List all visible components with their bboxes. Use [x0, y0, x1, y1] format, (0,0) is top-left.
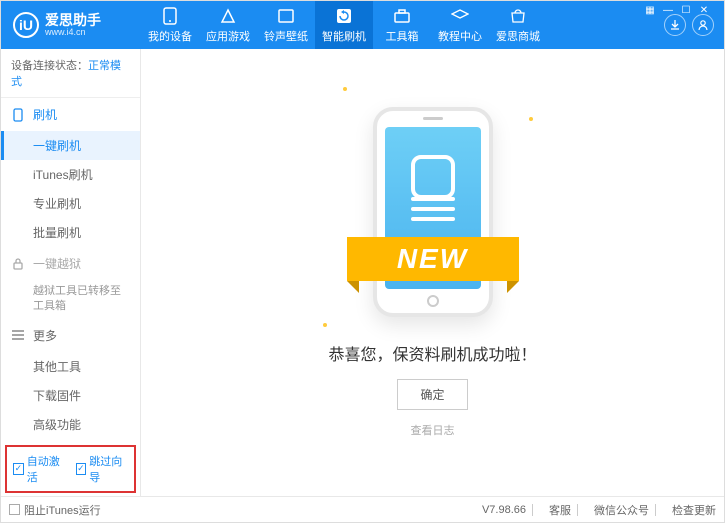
sidebar-item-download-firmware[interactable]: 下载固件	[1, 381, 140, 410]
maximize-button[interactable]: ☐	[679, 3, 693, 17]
top-nav: 我的设备 应用游戏 铃声壁纸 智能刷机 工具箱 教程中心	[141, 1, 654, 49]
nav-label: 我的设备	[148, 28, 192, 44]
nav-apps[interactable]: 应用游戏	[199, 1, 257, 49]
version-label: V7.98.66	[482, 504, 526, 516]
update-link[interactable]: 检查更新	[672, 502, 716, 518]
ribbon-text: NEW	[347, 237, 519, 281]
sidebar-item-batch[interactable]: 批量刷机	[1, 218, 140, 247]
service-link[interactable]: 客服	[549, 502, 571, 518]
success-message: 恭喜您，保资料刷机成功啦！	[328, 341, 536, 365]
chk-label: 阻止iTunes运行	[24, 502, 101, 518]
store-icon	[509, 7, 527, 25]
chk-label: 自动激活	[27, 453, 66, 485]
menu-button[interactable]: ▦	[643, 3, 657, 17]
nav-label: 应用游戏	[206, 28, 250, 44]
close-button[interactable]: ✕	[697, 3, 711, 17]
nav-label: 爱思商城	[496, 28, 540, 44]
nav-flash[interactable]: 智能刷机	[315, 1, 373, 49]
download-button[interactable]	[664, 14, 686, 36]
skip-guide-checkbox[interactable]: ✓跳过向导	[76, 453, 129, 485]
nav-toolbox[interactable]: 工具箱	[373, 1, 431, 49]
title-icons	[654, 14, 724, 36]
footer: 阻止iTunes运行 V7.98.66 客服 微信公众号 检查更新	[1, 496, 724, 522]
section-jailbreak[interactable]: 一键越狱	[1, 247, 140, 280]
conn-label: 设备连接状态：	[11, 60, 88, 72]
nav-tutorials[interactable]: 教程中心	[431, 1, 489, 49]
jailbreak-note: 越狱工具已转移至 工具箱	[1, 280, 140, 319]
option-checks: ✓自动激活 ✓跳过向导	[5, 445, 136, 493]
section-label: 一键越狱	[33, 255, 81, 272]
logo: iU 爱思助手 www.i4.cn	[1, 12, 141, 38]
graduation-icon	[451, 7, 469, 25]
apps-icon	[219, 7, 237, 25]
section-more[interactable]: 更多	[1, 319, 140, 352]
sidebar: 设备连接状态：正常模式 刷机 一键刷机 iTunes刷机 专业刷机 批量刷机 一…	[1, 49, 141, 496]
toolbox-icon	[393, 7, 411, 25]
nav-my-device[interactable]: 我的设备	[141, 1, 199, 49]
nav-ringtones[interactable]: 铃声壁纸	[257, 1, 315, 49]
connection-status: 设备连接状态：正常模式	[1, 49, 140, 98]
chk-label: 跳过向导	[89, 453, 128, 485]
logo-icon: iU	[13, 12, 39, 38]
lock-icon	[11, 257, 25, 271]
nav-label: 铃声壁纸	[264, 28, 308, 44]
phone-icon	[161, 7, 179, 25]
app-name: 爱思助手	[45, 13, 101, 27]
minimize-button[interactable]: —	[661, 3, 675, 17]
app-url: www.i4.cn	[45, 27, 101, 37]
sidebar-item-itunes[interactable]: iTunes刷机	[1, 160, 140, 189]
ok-button[interactable]: 确定	[397, 379, 467, 410]
section-flash[interactable]: 刷机	[1, 98, 140, 131]
success-illustration: NEW	[373, 107, 493, 317]
sidebar-item-other[interactable]: 其他工具	[1, 352, 140, 381]
main-content: NEW 恭喜您，保资料刷机成功啦！ 确定 查看日志	[141, 49, 724, 496]
auto-activate-checkbox[interactable]: ✓自动激活	[13, 453, 66, 485]
section-label: 刷机	[33, 106, 57, 123]
titlebar: iU 爱思助手 www.i4.cn 我的设备 应用游戏 铃声壁纸 智能刷机	[1, 1, 724, 49]
section-label: 更多	[33, 327, 57, 344]
block-itunes-checkbox[interactable]: 阻止iTunes运行	[9, 502, 101, 518]
new-ribbon: NEW	[347, 237, 519, 281]
nav-store[interactable]: 爱思商城	[489, 1, 547, 49]
refresh-icon	[335, 7, 353, 25]
window-controls: ▦ — ☐ ✕	[643, 3, 719, 17]
sidebar-item-advanced[interactable]: 高级功能	[1, 410, 140, 439]
sidebar-item-oneclick[interactable]: 一键刷机	[1, 131, 140, 160]
wechat-link[interactable]: 微信公众号	[594, 502, 649, 518]
phone-flash-icon	[11, 108, 25, 122]
view-log-link[interactable]: 查看日志	[411, 422, 455, 438]
more-icon	[11, 328, 25, 342]
phone-illustration: NEW	[373, 107, 493, 317]
nav-label: 工具箱	[386, 28, 419, 44]
nav-label: 智能刷机	[322, 28, 366, 44]
wallpaper-icon	[277, 7, 295, 25]
app-window: iU 爱思助手 www.i4.cn 我的设备 应用游戏 铃声壁纸 智能刷机	[0, 0, 725, 523]
nav-label: 教程中心	[438, 28, 482, 44]
user-button[interactable]	[692, 14, 714, 36]
sidebar-item-pro[interactable]: 专业刷机	[1, 189, 140, 218]
